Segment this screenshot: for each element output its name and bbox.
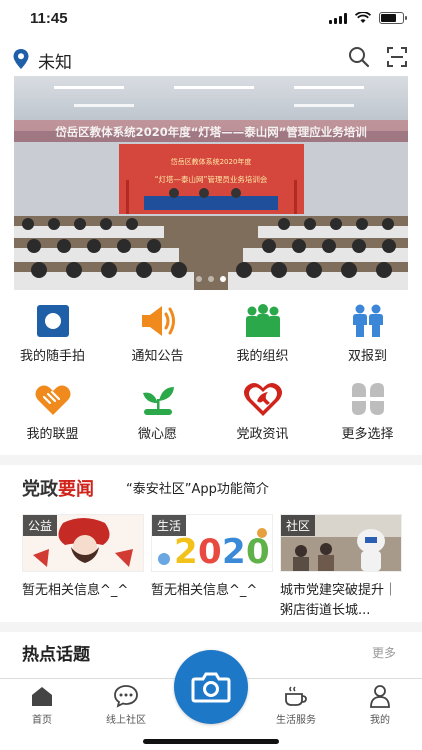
- speaker-icon: [141, 306, 175, 336]
- status-icons: [329, 12, 407, 24]
- news-card[interactable]: 社区 城市党建突破提升｜粥店街道长城...: [280, 514, 402, 621]
- grid-label: 我的随手拍: [19, 349, 85, 364]
- grid-item-my-alliance[interactable]: 我的联盟: [0, 378, 105, 448]
- hot-topics-title: 热点话题: [22, 645, 90, 665]
- home-icon: [32, 687, 52, 706]
- location-pin-icon[interactable]: [12, 48, 30, 70]
- grid-item-notices[interactable]: 通知公告: [105, 300, 210, 370]
- banner-carousel[interactable]: 岱岳区教体系统2020年度“灯塔——泰山网”管理应业务培训 岱岳区教体系统202…: [14, 76, 408, 290]
- coffee-icon: [285, 686, 307, 706]
- group-icon: [245, 304, 280, 337]
- user-icon: [370, 685, 390, 708]
- tab-online-community[interactable]: 线上社区: [86, 683, 166, 726]
- handshake-heart-icon: [35, 385, 70, 415]
- tab-mine[interactable]: 我的: [340, 683, 420, 726]
- section-divider: [0, 622, 422, 632]
- location-label[interactable]: 未知: [38, 48, 72, 73]
- search-icon[interactable]: [348, 46, 370, 68]
- carousel-dot-active[interactable]: [220, 276, 226, 282]
- tab-label: 线上社区: [106, 715, 146, 726]
- tab-label: 生活服务: [276, 715, 316, 726]
- banner-image: 岱岳区教体系统2020年度“灯塔——泰山网”管理应业务培训 岱岳区教体系统202…: [14, 76, 408, 290]
- svg-text:0: 0: [246, 532, 270, 572]
- section-divider: [0, 455, 422, 465]
- status-bar: 11:45: [0, 0, 422, 38]
- screen-line2: “灯塔—泰山网”管理员业务培训会: [155, 174, 268, 184]
- header: 未知: [0, 40, 422, 76]
- camera-square-icon: [36, 305, 69, 337]
- home-indicator: [143, 739, 279, 744]
- tab-label: 我的: [370, 715, 390, 726]
- news-header[interactable]: 党政要闻 “泰安社区”App功能简介: [0, 466, 422, 506]
- signal-icon: [329, 12, 347, 24]
- hot-topics-more-link[interactable]: 更多: [372, 644, 396, 661]
- grid-label: 双报到: [347, 349, 387, 364]
- news-ticker[interactable]: “泰安社区”App功能简介: [126, 478, 269, 497]
- battery-icon: [379, 12, 407, 24]
- banner-caption: 岱岳区教体系统2020年度“灯塔——泰山网”管理应业务培训: [54, 125, 367, 139]
- grid-label: 我的组织: [236, 349, 289, 364]
- grid-item-my-organization[interactable]: 我的组织: [210, 300, 315, 370]
- news-thumbnail: 2020 生活: [151, 514, 273, 572]
- svg-text:0: 0: [198, 532, 222, 572]
- card-tag: 公益: [23, 515, 58, 536]
- two-people-icon: [352, 304, 383, 337]
- card-title: 城市党建突破提升｜粥店街道长城...: [280, 583, 398, 618]
- brand-part-1: 党政: [22, 479, 58, 500]
- tab-home[interactable]: 首页: [2, 683, 82, 726]
- svg-text:2: 2: [174, 532, 198, 572]
- grid-item-party-news[interactable]: 党政资讯: [210, 378, 315, 448]
- party-heart-icon: [243, 383, 282, 416]
- grid-label: 我的联盟: [26, 427, 79, 442]
- camera-button[interactable]: [174, 650, 248, 724]
- card-tag: 社区: [281, 515, 316, 536]
- wifi-icon: [355, 12, 371, 23]
- grid-label: 党政资讯: [236, 427, 289, 442]
- card-tag: 生活: [152, 515, 187, 536]
- sprout-icon: [142, 387, 174, 415]
- grid-label: 更多选择: [341, 427, 394, 442]
- carousel-dot[interactable]: [196, 276, 202, 282]
- grid-item-my-photos[interactable]: 我的随手拍: [0, 300, 105, 370]
- chat-icon: [114, 685, 138, 708]
- grid-item-double-report[interactable]: 双报到: [315, 300, 420, 370]
- news-card[interactable]: 2020 生活 暂无相关信息^_^: [151, 514, 273, 601]
- svg-text:2: 2: [222, 532, 246, 572]
- screen-line1: 岱岳区教体系统2020年度: [171, 157, 252, 166]
- status-time: 11:45: [30, 10, 68, 27]
- grid-item-more[interactable]: 更多选择: [315, 378, 420, 448]
- grid-label: 微心愿: [137, 427, 177, 442]
- brand-part-2: 要闻: [58, 479, 94, 500]
- more-grid-icon: [351, 383, 384, 415]
- card-title: 暂无相关信息^_^: [151, 583, 258, 598]
- news-thumbnail: 公益: [22, 514, 144, 572]
- tab-life-services[interactable]: 生活服务: [256, 683, 336, 726]
- carousel-dots[interactable]: [14, 276, 408, 282]
- grid-item-micro-wish[interactable]: 微心愿: [105, 378, 210, 448]
- carousel-dot[interactable]: [208, 276, 214, 282]
- news-card[interactable]: 公益 暂无相关信息^_^: [22, 514, 144, 601]
- grid-label: 通知公告: [131, 349, 184, 364]
- tab-label: 首页: [32, 715, 52, 726]
- scan-icon[interactable]: [386, 46, 408, 68]
- card-title: 暂无相关信息^_^: [22, 583, 129, 598]
- news-brand: 党政要闻: [22, 475, 94, 501]
- camera-icon: [191, 672, 231, 703]
- news-thumbnail: 社区: [280, 514, 402, 572]
